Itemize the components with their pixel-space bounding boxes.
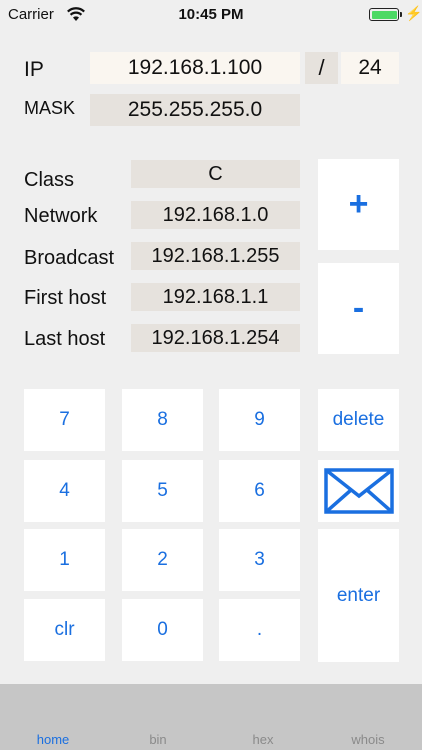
key-dot[interactable]: .	[219, 599, 300, 661]
key-3[interactable]: 3	[219, 529, 300, 591]
mask-label: MASK	[24, 98, 76, 118]
last-host-label: Last host	[24, 328, 106, 350]
class-value: C	[131, 160, 300, 188]
charging-icon: ⚡	[405, 5, 422, 21]
ip-field[interactable]: 192.168.1.100	[90, 52, 300, 84]
network-label: Network	[24, 205, 98, 227]
delete-button[interactable]: delete	[318, 389, 399, 451]
class-label: Class	[24, 169, 75, 191]
key-1[interactable]: 1	[24, 529, 105, 591]
key-7[interactable]: 7	[24, 389, 105, 451]
network-value: 192.168.1.0	[131, 201, 300, 229]
key-4[interactable]: 4	[24, 460, 105, 522]
ip-label: IP	[24, 58, 44, 81]
broadcast-label: Broadcast	[24, 247, 115, 269]
minus-button[interactable]: -	[318, 263, 399, 354]
status-time: 10:45 PM	[178, 6, 244, 23]
key-5[interactable]: 5	[122, 460, 203, 522]
plus-button[interactable]: +	[318, 159, 399, 250]
enter-button[interactable]: enter	[318, 529, 399, 662]
key-9[interactable]: 9	[219, 389, 300, 451]
envelope-icon	[323, 468, 394, 514]
mask-field[interactable]: 255.255.255.0	[90, 94, 300, 126]
prefix-field[interactable]: 24	[341, 52, 399, 84]
key-6[interactable]: 6	[219, 460, 300, 522]
battery-level	[371, 10, 397, 19]
first-host-label: First host	[24, 287, 107, 309]
key-0[interactable]: 0	[122, 599, 203, 661]
tab-hex[interactable]: hex	[223, 732, 303, 747]
clear-button[interactable]: clr	[24, 599, 105, 661]
tab-bin[interactable]: bin	[118, 732, 198, 747]
slash-separator: /	[305, 52, 338, 84]
key-8[interactable]: 8	[122, 389, 203, 451]
last-host-value: 192.168.1.254	[131, 324, 300, 352]
battery-icon	[369, 8, 399, 21]
key-2[interactable]: 2	[122, 529, 203, 591]
tab-whois[interactable]: whois	[328, 732, 408, 747]
tab-home[interactable]: home	[13, 732, 93, 747]
mail-button[interactable]	[318, 460, 399, 522]
first-host-value: 192.168.1.1	[131, 283, 300, 311]
broadcast-value: 192.168.1.255	[131, 242, 300, 270]
battery-tip	[400, 12, 402, 17]
